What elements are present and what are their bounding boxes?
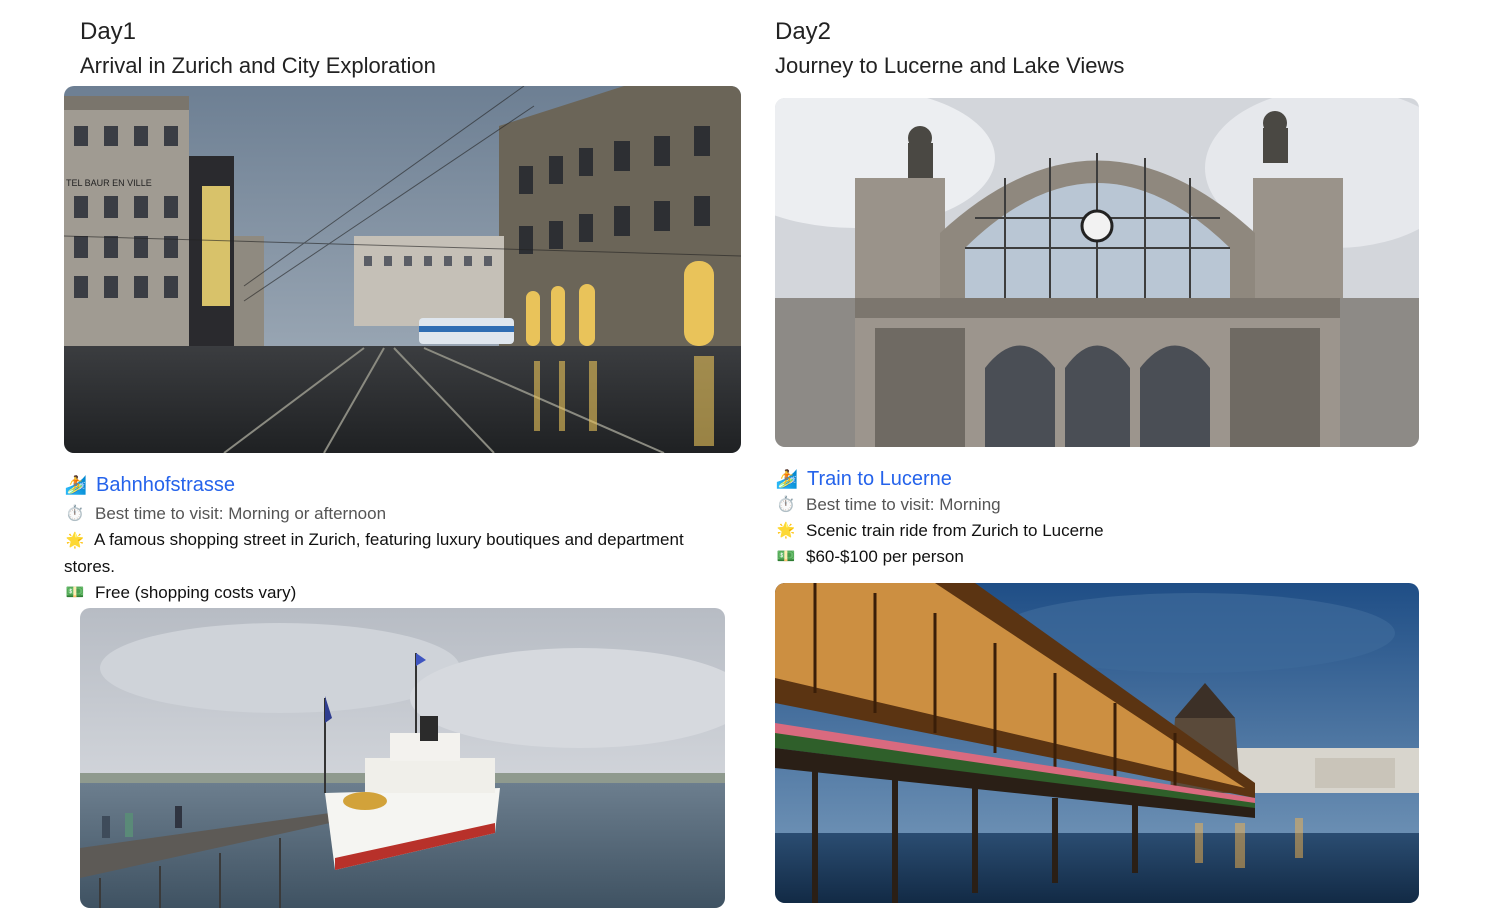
activity-item-train-to-lucerne: 🏄 Train to Lucerne ⏱️ Best time to visit… xyxy=(775,466,1415,570)
day1-title: Arrival in Zurich and City Exploration xyxy=(80,53,436,78)
day2-title: Journey to Lucerne and Lake Views xyxy=(775,53,1125,78)
cost-row: 💵 $60-$100 per person xyxy=(775,544,1415,570)
lake-steamer-image xyxy=(80,608,725,908)
hotel-sign-text: TEL BAUR EN VILLE xyxy=(66,178,152,188)
chapel-bridge-image xyxy=(775,583,1419,903)
person-walking-icon: 🏄 xyxy=(64,475,88,495)
chapel-bridge-photo[interactable] xyxy=(775,583,1419,903)
cost-text: Free (shopping costs vary) xyxy=(95,583,297,602)
person-walking-icon: 🏄 xyxy=(775,469,799,489)
lake-steamer-photo[interactable] xyxy=(80,608,725,908)
activity-item-bahnhofstrasse: 🏄 Bahnhofstrasse ⏱️ Best time to visit: … xyxy=(64,472,724,606)
lucerne-station-image xyxy=(775,98,1419,447)
star-icon: 🌟 xyxy=(65,532,85,549)
activity-name-link[interactable]: Train to Lucerne xyxy=(807,466,952,492)
best-time-text: Best time to visit: Morning xyxy=(806,495,1001,514)
activity-title-row: 🏄 Bahnhofstrasse xyxy=(64,472,724,498)
stopwatch-icon: ⏱️ xyxy=(65,505,85,522)
best-time-row: ⏱️ Best time to visit: Morning or aftern… xyxy=(64,501,724,527)
money-icon: 💵 xyxy=(65,584,85,601)
star-icon: 🌟 xyxy=(776,522,796,539)
bahnhofstrasse-image: TEL BAUR EN VILLE xyxy=(64,86,741,453)
cost-text: $60-$100 per person xyxy=(806,547,964,566)
lucerne-station-photo[interactable] xyxy=(775,98,1419,447)
activity-name-link[interactable]: Bahnhofstrasse xyxy=(96,472,235,498)
day2-label: Day2 xyxy=(775,18,832,45)
best-time-row: ⏱️ Best time to visit: Morning xyxy=(775,492,1415,518)
description-text: A famous shopping street in Zurich, feat… xyxy=(64,530,684,576)
description-row: 🌟 A famous shopping street in Zurich, fea… xyxy=(64,527,724,580)
cost-row: 💵 Free (shopping costs vary) xyxy=(64,580,724,606)
stopwatch-icon: ⏱️ xyxy=(776,496,796,513)
best-time-text: Best time to visit: Morning or afternoon xyxy=(95,504,387,523)
description-text: Scenic train ride from Zurich to Lucerne xyxy=(806,521,1104,540)
description-row: 🌟 Scenic train ride from Zurich to Lucer… xyxy=(775,518,1415,544)
bahnhofstrasse-photo[interactable]: TEL BAUR EN VILLE xyxy=(64,86,741,453)
activity-title-row: 🏄 Train to Lucerne xyxy=(775,466,1415,492)
day1-label: Day1 xyxy=(80,18,137,45)
money-icon: 💵 xyxy=(776,548,796,565)
